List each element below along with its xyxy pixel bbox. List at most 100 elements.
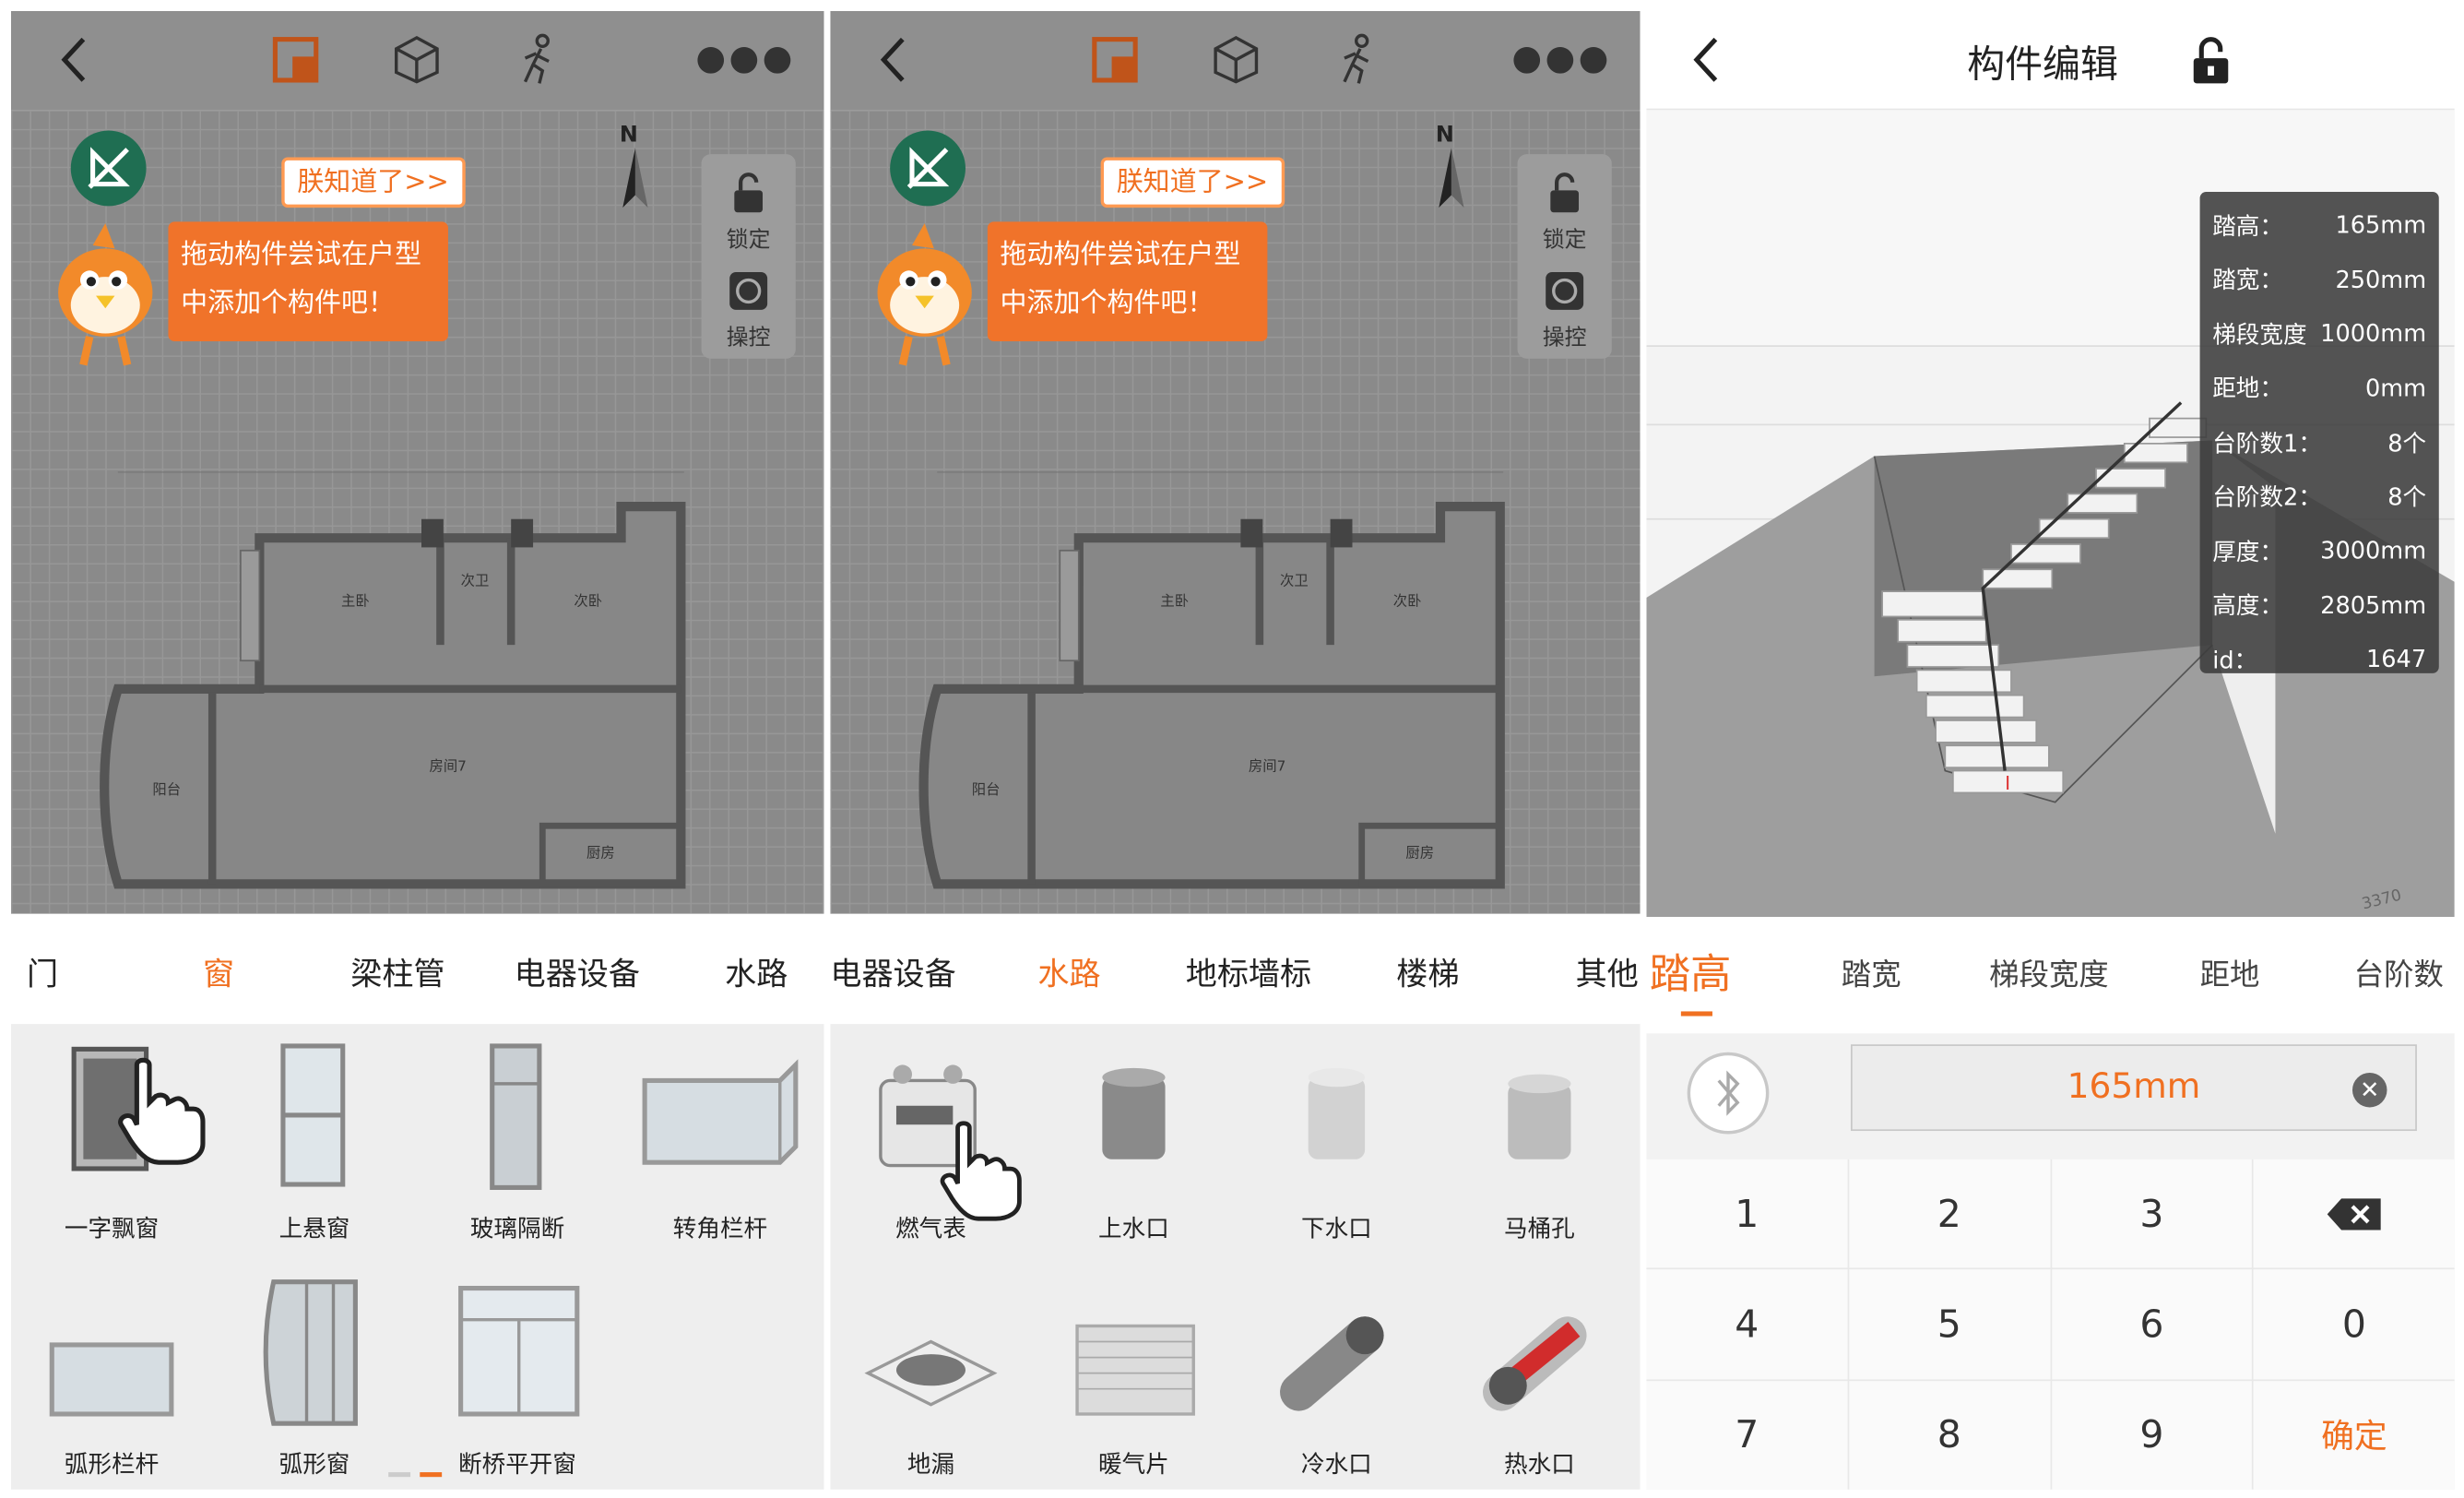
category-floor-wall-marker[interactable]: 地标墙标 [1186,948,1311,993]
tab-step-count[interactable]: 台阶数 [2354,952,2444,994]
curved-railing-icon [49,1342,174,1417]
param-key: 台阶数1： [2212,429,2322,458]
got-it-button[interactable]: 朕知道了>> [281,157,465,208]
3d-scene[interactable]: I 3370 踏高： 165mm 踏宽： 250mm 梯段宽度 1000mm 距地： 0… [1646,110,2455,918]
category-door[interactable]: 门 [27,948,58,993]
side-toolbar: 锁定 操控 [701,154,796,359]
param-value: 8个 [2387,429,2427,458]
key-5[interactable]: 5 [1848,1269,2050,1379]
bluetooth-button[interactable] [1687,1052,1770,1135]
category-appliance[interactable]: 电器设备 [830,948,955,993]
walk-mode-icon[interactable] [511,33,564,87]
component-item[interactable]: 弧形栏杆 [18,1273,207,1480]
ruler-tool-icon[interactable] [890,130,965,207]
top-bar: ●●● [830,10,1641,111]
key-1[interactable]: 1 [1646,1159,1848,1268]
floor-plan-canvas[interactable]: 朕知道了>> 拖动构件尝试在户型 中添加个构件吧！ N 锁定 操控 主卧 次卫 … [10,110,824,914]
category-other[interactable]: 其他 [1576,948,1639,993]
backspace-icon[interactable] [2253,1159,2455,1268]
floor-plan-canvas[interactable]: 朕知道了>> 拖动构件尝试在户型 中添加个构件吧！ N 锁定 操控 主卧 次卫 … [830,110,1641,914]
param-value: 8个 [2387,482,2427,512]
value-text: 165mm [2067,1067,2201,1108]
2d-view-icon[interactable] [269,33,323,87]
category-appliance[interactable]: 电器设备 [515,948,640,993]
unlock-icon[interactable] [2187,36,2234,87]
corner-railing-icon [642,1059,799,1165]
control-icon[interactable] [725,268,772,315]
ruler-tool-icon[interactable] [70,130,147,207]
key-8[interactable]: 8 [1848,1380,2050,1490]
clear-icon[interactable]: ✕ [2351,1072,2387,1108]
more-icon[interactable]: ●●● [1511,42,1611,77]
component-item[interactable]: 冷水口 [1242,1273,1431,1480]
key-2[interactable]: 2 [1848,1159,2050,1268]
more-icon[interactable]: ●●● [695,42,795,77]
room-master: 主卧 [1160,593,1189,610]
param-value: 165mm [2335,210,2427,240]
param-row: 台阶数2： 8个 [2212,470,2426,524]
north-label: N [619,123,638,149]
component-item[interactable]: 玻璃隔断 [423,1037,612,1244]
top-bar: 构件编辑 [1646,10,2455,111]
confirm-button[interactable]: 确定 [2253,1380,2455,1490]
component-item[interactable]: 马桶孔 [1445,1037,1634,1244]
key-6[interactable]: 6 [2051,1269,2253,1379]
param-key: 踏宽： [2212,266,2283,295]
tab-step-width[interactable]: 踏宽 [1842,952,1901,994]
got-it-button[interactable]: 朕知道了>> [1100,157,1285,208]
3d-view-icon[interactable] [390,33,444,87]
screenshot-collage: ●●● 朕知道了>> 拖动构件尝试在户型 中添加个构件吧！ N 锁定 操控 主卧… [0,0,2464,1497]
component-item[interactable]: 热水口 [1445,1273,1634,1480]
tab-step-height[interactable]: 踏高 [1650,942,1732,1000]
radiator-icon [1075,1324,1195,1416]
key-3[interactable]: 3 [2051,1159,2253,1268]
control-icon[interactable] [1541,268,1588,315]
param-value: 3000mm [2320,536,2427,565]
tab-flight-width[interactable]: 梯段宽度 [1989,952,2109,994]
lock-label: 锁定 [1542,228,1587,254]
room-7: 房间7 [430,758,467,775]
page-indicator [388,1472,443,1478]
hint-bubble: 拖动构件尝试在户型 中添加个构件吧！ [168,221,448,342]
page-title: 构件编辑 [1967,42,2118,87]
param-row: 踏高： 165mm [2212,198,2426,253]
component-item[interactable]: 上悬窗 [220,1037,409,1244]
category-window[interactable]: 窗 [203,948,234,993]
3d-view-icon[interactable] [1209,33,1262,87]
param-value: 1000mm [2320,319,2427,349]
key-4[interactable]: 4 [1646,1269,1848,1379]
stair-cursor: I [2005,772,2010,794]
component-grid: 一字飘窗 上悬窗 玻璃隔断 转角栏杆 弧形栏杆 弧形窗 断桥平开窗 [10,1024,824,1490]
category-water[interactable]: 水路 [725,948,788,993]
component-item[interactable]: 暖气片 [1039,1273,1228,1480]
walk-mode-icon[interactable] [1331,33,1384,87]
lock-icon[interactable] [725,170,772,217]
key-9[interactable]: 9 [2051,1380,2253,1490]
panel-water-components: ●●● 朕知道了>> 拖动构件尝试在户型 中添加个构件吧！ N 锁定 操控 主卧… [830,10,1641,1490]
toilet-hole-icon [1508,1074,1571,1159]
component-item[interactable]: 下水口 [1242,1037,1431,1244]
control-label: 操控 [726,325,771,351]
back-icon[interactable] [874,33,912,87]
drain-outlet-icon [1308,1067,1366,1159]
key-0[interactable]: 0 [2253,1269,2455,1379]
component-item[interactable]: 弧形窗 [220,1273,409,1480]
value-input-row: 165mm ✕ [1646,1033,2455,1159]
2d-view-icon[interactable] [1088,33,1142,87]
component-item[interactable]: 转角栏杆 [626,1037,815,1244]
tab-floor-distance[interactable]: 距地 [2200,952,2260,994]
param-row: id： 1647 [2212,632,2426,686]
param-row: 高度： 2805mm [2212,578,2426,633]
category-water[interactable]: 水路 [1037,948,1100,993]
category-stairs[interactable]: 楼梯 [1396,948,1459,993]
lock-icon[interactable] [1541,170,1588,217]
component-item[interactable]: 上水口 [1039,1037,1228,1244]
back-icon[interactable] [55,33,93,87]
category-beam-column-pipe[interactable]: 梁柱管 [350,948,444,993]
component-item[interactable]: 地漏 [836,1273,1025,1480]
component-item[interactable]: 断桥平开窗 [423,1273,612,1480]
component-label: 玻璃隔断 [469,1214,565,1243]
mascot-bird-icon [58,223,153,366]
key-7[interactable]: 7 [1646,1380,1848,1490]
value-field[interactable]: 165mm ✕ [1851,1044,2417,1132]
